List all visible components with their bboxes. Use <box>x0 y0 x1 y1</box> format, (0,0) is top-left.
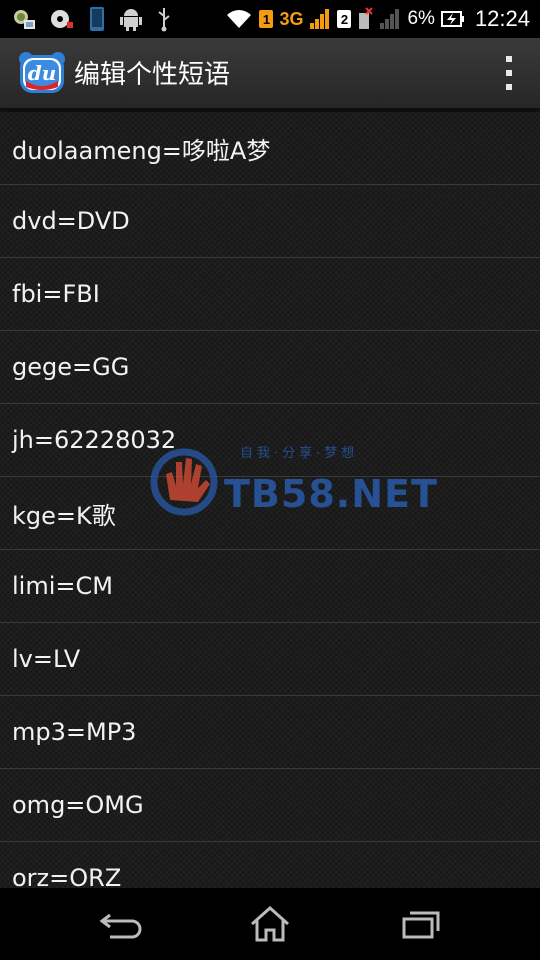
sim2-badge: 2 <box>337 10 352 28</box>
phrase-text: limi=CM <box>12 572 113 600</box>
clock: 12:24 <box>474 6 530 31</box>
photo-notification-icon <box>12 8 36 30</box>
phrase-text: kge=K歌 <box>12 501 116 530</box>
phrase-text: dvd=DVD <box>12 207 130 235</box>
overflow-menu-button[interactable] <box>496 56 522 90</box>
signal-strength-icon <box>309 8 331 30</box>
list-item[interactable]: duolaameng=哆啦A梦 <box>0 112 540 185</box>
phone-notification-icon <box>88 6 106 32</box>
phrase-text: omg=OMG <box>12 791 144 819</box>
battery-percent: 6% <box>407 8 435 29</box>
phrase-text: orz=ORZ <box>12 864 122 888</box>
phrase-text: mp3=MP3 <box>12 718 137 746</box>
phrase-text: duolaameng=哆啦A梦 <box>12 136 271 165</box>
list-item[interactable]: dvd=DVD <box>0 185 540 258</box>
overflow-dot <box>506 84 512 90</box>
app-logo-text: du <box>28 61 57 85</box>
phrase-text: gege=GG <box>12 353 130 381</box>
list-item[interactable]: kge=K歌 <box>0 477 540 550</box>
phrase-text: lv=LV <box>12 645 81 673</box>
list-item[interactable]: omg=OMG <box>0 769 540 842</box>
app-logo-icon[interactable]: du <box>18 51 66 95</box>
recent-apps-button[interactable] <box>398 904 442 944</box>
back-icon <box>99 913 142 939</box>
notification-icons <box>12 5 172 33</box>
home-button[interactable] <box>248 904 292 944</box>
android-debug-icon <box>120 7 142 31</box>
sim1-badge: 1 <box>259 10 274 28</box>
list-item[interactable]: lv=LV <box>0 623 540 696</box>
wifi-icon <box>225 8 253 30</box>
battery-charging-icon <box>440 10 465 28</box>
page-title: 编辑个性短语 <box>74 60 231 90</box>
usb-icon <box>156 6 172 32</box>
phrase-text: fbi=FBI <box>12 280 100 308</box>
phrase-list[interactable]: duolaameng=哆啦A梦 dvd=DVD fbi=FBI gege=GG … <box>0 112 540 888</box>
media-notification-icon <box>50 8 74 30</box>
system-status: 1 3G 2 6% 12:24 <box>225 0 530 38</box>
back-button[interactable] <box>98 904 142 944</box>
list-item[interactable]: fbi=FBI <box>0 258 540 331</box>
recent-apps-icon <box>402 911 440 939</box>
overflow-dot <box>506 56 512 62</box>
network-type: 3G <box>279 8 304 29</box>
no-sim-icon <box>357 7 374 31</box>
list-item[interactable]: mp3=MP3 <box>0 696 540 769</box>
list-item[interactable]: jh=62228032 <box>0 404 540 477</box>
home-icon <box>251 905 289 942</box>
phrase-text: jh=62228032 <box>12 426 177 454</box>
status-bar: 1 3G 2 6% 12:24 <box>0 0 540 38</box>
list-item[interactable]: gege=GG <box>0 331 540 404</box>
action-bar: du 编辑个性短语 <box>0 38 540 110</box>
navigation-bar <box>0 888 540 960</box>
list-item[interactable]: orz=ORZ <box>0 842 540 888</box>
signal-empty-icon <box>379 8 401 30</box>
overflow-dot <box>506 70 512 76</box>
list-item[interactable]: limi=CM <box>0 550 540 623</box>
